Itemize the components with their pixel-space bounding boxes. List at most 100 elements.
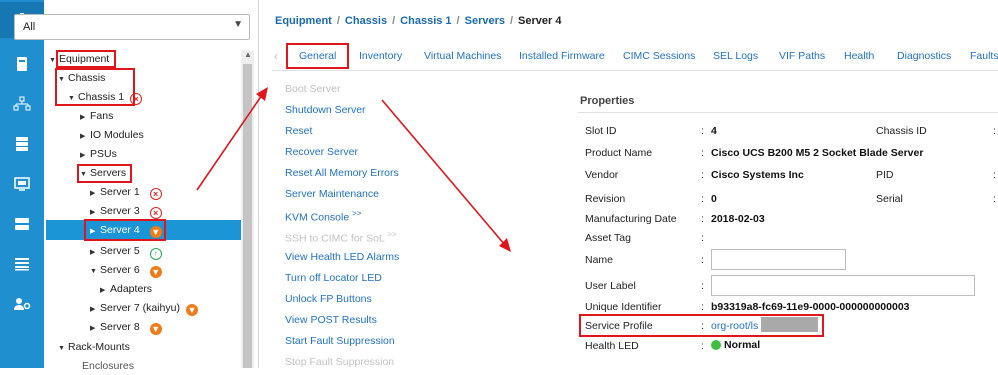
admin-icon[interactable] bbox=[0, 286, 44, 322]
tab-scroll-left-icon[interactable]: ‹ bbox=[274, 49, 278, 63]
stop-fault-suppression-action: Stop Fault Suppression bbox=[285, 356, 395, 368]
expanded-icon: ▼ bbox=[90, 268, 97, 275]
tree-label: Server 8 bbox=[100, 321, 140, 333]
tree-scroll-thumb[interactable] bbox=[243, 64, 252, 368]
turn-off-locator-action[interactable]: Turn off Locator LED bbox=[285, 272, 382, 284]
start-fault-suppression-action[interactable]: Start Fault Suppression bbox=[285, 335, 395, 347]
scroll-up-icon[interactable]: ▲ bbox=[244, 50, 252, 59]
tab-faults[interactable]: Faults bbox=[970, 50, 998, 62]
critical-fault-icon: × bbox=[149, 188, 162, 200]
filter-value: All bbox=[23, 21, 36, 33]
highlight-box-equipment bbox=[56, 50, 116, 68]
unlock-fp-action[interactable]: Unlock FP Buttons bbox=[285, 293, 372, 305]
tab-installed-firmware[interactable]: Installed Firmware bbox=[519, 50, 605, 62]
health-ok-icon bbox=[711, 340, 721, 350]
manufacturing-date-label: Manufacturing Date bbox=[585, 213, 677, 225]
view-health-led-action[interactable]: View Health LED Alarms bbox=[285, 251, 399, 263]
major-fault-icon: ▼ bbox=[185, 304, 198, 316]
info-status-icon: ↑ bbox=[149, 248, 162, 260]
tree-node-adapters[interactable]: ▶ Adapters bbox=[100, 280, 152, 298]
colon: : bbox=[993, 169, 996, 181]
nav-rail bbox=[0, 0, 44, 368]
user-label-input[interactable] bbox=[711, 275, 975, 296]
revision-value: 0 bbox=[711, 193, 717, 205]
product-name-value: Cisco UCS B200 M5 2 Socket Blade Server bbox=[711, 147, 924, 159]
storage-icon[interactable] bbox=[0, 126, 44, 162]
manufacturing-date-value: 2018-02-03 bbox=[711, 213, 765, 225]
colon: : bbox=[701, 254, 704, 266]
chassis-icon[interactable] bbox=[0, 206, 44, 242]
colon: : bbox=[701, 301, 704, 313]
tree-label: Rack-Mounts bbox=[68, 341, 130, 353]
colon: : bbox=[701, 147, 704, 159]
tree-node-server-6[interactable]: ▼ Server 6 ▼ bbox=[90, 261, 162, 279]
filter-dropdown[interactable]: All ▼ bbox=[14, 14, 250, 40]
tab-vif-paths[interactable]: VIF Paths bbox=[779, 50, 825, 62]
name-label: Name bbox=[585, 254, 614, 266]
collapsed-icon: ▶ bbox=[90, 249, 96, 256]
view-post-action[interactable]: View POST Results bbox=[285, 314, 377, 326]
tree-node-server-8[interactable]: ▶ Server 8 ▼ bbox=[90, 318, 162, 336]
breadcrumb-equipment[interactable]: Equipment bbox=[275, 15, 332, 27]
revision-label: Revision bbox=[585, 193, 626, 205]
kvm-console-action[interactable]: KVM Console >> bbox=[285, 209, 361, 224]
tab-sel-logs[interactable]: SEL Logs bbox=[713, 50, 758, 62]
tree-label: Server 5 bbox=[100, 245, 140, 257]
network-icon[interactable] bbox=[0, 86, 44, 122]
breadcrumb: Equipment / Chassis / Chassis 1/Servers / Serv… bbox=[275, 15, 562, 27]
collapsed-icon: ▶ bbox=[80, 152, 86, 159]
shutdown-server-action[interactable]: Shutdown Server bbox=[285, 104, 366, 116]
tab-health[interactable]: Health bbox=[844, 50, 874, 62]
tree-label: Server 1 bbox=[100, 186, 140, 198]
slot-id-label: Slot ID bbox=[585, 125, 617, 137]
external-arrow-icon: >> bbox=[352, 209, 362, 218]
tree-node-server-5[interactable]: ▶ Server 5 ↑ bbox=[90, 242, 162, 260]
boot-server-action: Boot Server bbox=[285, 83, 341, 95]
tab-cimc-sessions[interactable]: CIMC Sessions bbox=[623, 50, 695, 62]
colon: : bbox=[993, 125, 996, 137]
recover-server-action[interactable]: Recover Server bbox=[285, 146, 358, 158]
tree-node-io-modules[interactable]: ▶ IO Modules bbox=[80, 126, 144, 144]
breadcrumb-chassis[interactable]: Chassis bbox=[345, 15, 387, 27]
breadcrumb-server-4: Server 4 bbox=[518, 15, 562, 27]
expanded-icon: ▼ bbox=[58, 345, 65, 352]
tree-node-server-7[interactable]: ▶ Server 7 (kaihyu) ▼ bbox=[90, 299, 198, 317]
name-input[interactable] bbox=[711, 249, 846, 270]
slot-id-value: 4 bbox=[711, 125, 717, 137]
tabs-divider bbox=[272, 70, 998, 71]
tree-node-server-3[interactable]: ▶ Server 3 × bbox=[90, 202, 162, 220]
tree-label: Adapters bbox=[110, 283, 153, 295]
list-icon[interactable] bbox=[0, 246, 44, 282]
tree-node-fans[interactable]: ▶ Fans bbox=[80, 107, 113, 125]
breadcrumb-chassis-1[interactable]: Chassis 1 bbox=[400, 15, 451, 27]
breadcrumb-servers[interactable]: Servers bbox=[465, 15, 505, 27]
tree-label: Server 6 bbox=[100, 264, 140, 276]
reset-action[interactable]: Reset bbox=[285, 125, 312, 137]
ssh-cimc-label: SSH to CIMC for SoL bbox=[285, 232, 385, 245]
colon: : bbox=[701, 280, 704, 292]
properties-divider bbox=[578, 112, 998, 113]
tab-virtual-machines[interactable]: Virtual Machines bbox=[424, 50, 501, 62]
tree-node-psus[interactable]: ▶ PSUs bbox=[80, 145, 117, 163]
server-maintenance-action[interactable]: Server Maintenance bbox=[285, 188, 379, 200]
critical-fault-icon: × bbox=[149, 207, 162, 219]
collapsed-icon: ▶ bbox=[80, 133, 86, 140]
tree-label: Enclosures bbox=[82, 360, 134, 372]
chassis-id-label: Chassis ID bbox=[876, 125, 927, 137]
health-led-label: Health LED bbox=[585, 340, 639, 352]
tree-node-enclosures[interactable]: Enclosures bbox=[82, 357, 134, 375]
collapsed-icon: ▶ bbox=[90, 325, 96, 332]
tab-inventory[interactable]: Inventory bbox=[359, 50, 402, 62]
tree-node-server-1[interactable]: ▶ Server 1 × bbox=[90, 183, 162, 201]
colon: : bbox=[701, 169, 704, 181]
highlight-box-servers bbox=[77, 164, 132, 183]
user-label-label: User Label bbox=[585, 280, 636, 292]
servers-icon[interactable] bbox=[0, 46, 44, 82]
reset-memory-errors-action[interactable]: Reset All Memory Errors bbox=[285, 167, 399, 179]
vm-icon[interactable] bbox=[0, 166, 44, 202]
tab-diagnostics[interactable]: Diagnostics bbox=[897, 50, 951, 62]
colon: : bbox=[701, 340, 704, 352]
asset-tag-label: Asset Tag bbox=[585, 232, 631, 244]
tree-node-rack-mounts[interactable]: ▼ Rack-Mounts bbox=[58, 338, 130, 356]
health-led-value: Normal bbox=[724, 339, 761, 351]
